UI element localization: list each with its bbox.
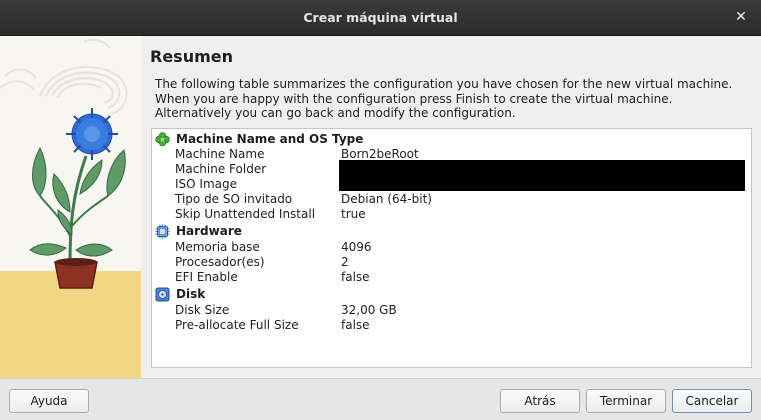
row-value: 4096	[341, 240, 372, 254]
section-title: Machine Name and OS Type	[176, 132, 364, 146]
summary-row[interactable]: Tipo de SO invitado Debian (64-bit)	[152, 192, 751, 207]
row-key: Machine Name	[175, 147, 265, 161]
summary-page: Resumen The following table summarizes t…	[141, 36, 761, 378]
row-value: true	[341, 207, 366, 221]
row-key: Machine Folder	[175, 162, 267, 176]
row-value: false	[341, 270, 370, 284]
section-disk[interactable]: Disk	[152, 287, 751, 302]
close-icon[interactable]: ✕	[733, 8, 749, 26]
row-value: Debian (64-bit)	[341, 192, 432, 206]
page-title: Resumen	[150, 47, 233, 66]
row-key: Pre-allocate Full Size	[175, 318, 299, 332]
row-value: false	[341, 318, 370, 332]
flower-pot-illustration	[0, 36, 141, 378]
redacted-paths	[339, 160, 745, 191]
summary-tree[interactable]: Machine Name and OS Type Machine Name Bo…	[151, 128, 752, 368]
row-key: Disk Size	[175, 303, 230, 317]
disk-icon	[155, 287, 170, 302]
clover-icon	[155, 132, 170, 147]
summary-row[interactable]: Pre-allocate Full Size false	[152, 318, 751, 333]
description-line: Alternatively you can go back and modify…	[155, 106, 516, 120]
chip-icon	[155, 224, 170, 239]
summary-row[interactable]: Procesador(es) 2	[152, 255, 751, 270]
row-key: EFI Enable	[175, 270, 238, 284]
row-key: Skip Unattended Install	[175, 207, 316, 221]
row-key: Tipo de SO invitado	[175, 192, 293, 206]
section-title: Hardware	[176, 224, 242, 238]
row-key: ISO Image	[175, 177, 237, 191]
back-button[interactable]: Atrás	[500, 389, 580, 413]
window-titlebar: Crear máquina virtual ✕	[0, 0, 761, 36]
button-bar: Ayuda Atrás Terminar Cancelar	[0, 378, 761, 420]
summary-row[interactable]: Skip Unattended Install true	[152, 207, 751, 222]
row-key: Procesador(es)	[175, 255, 265, 269]
cancel-button[interactable]: Cancelar	[672, 389, 752, 413]
window-title: Crear máquina virtual	[303, 10, 458, 25]
summary-row[interactable]: Disk Size 32,00 GB	[152, 303, 751, 318]
page-description: The following table summarizes the confi…	[155, 77, 755, 121]
row-value: 32,00 GB	[341, 303, 397, 317]
summary-row[interactable]: EFI Enable false	[152, 270, 751, 285]
help-button[interactable]: Ayuda	[9, 389, 89, 413]
row-key: Memoria base	[175, 240, 260, 254]
summary-row[interactable]: Memoria base 4096	[152, 240, 751, 255]
wizard-illustration	[0, 36, 141, 378]
finish-button[interactable]: Terminar	[586, 389, 666, 413]
row-value: 2	[341, 255, 349, 269]
description-line: When you are happy with the configuratio…	[155, 91, 673, 106]
section-machine-name-os[interactable]: Machine Name and OS Type	[152, 132, 751, 147]
description-line: The following table summarizes the confi…	[155, 77, 733, 91]
section-title: Disk	[176, 287, 206, 301]
section-hardware[interactable]: Hardware	[152, 224, 751, 239]
